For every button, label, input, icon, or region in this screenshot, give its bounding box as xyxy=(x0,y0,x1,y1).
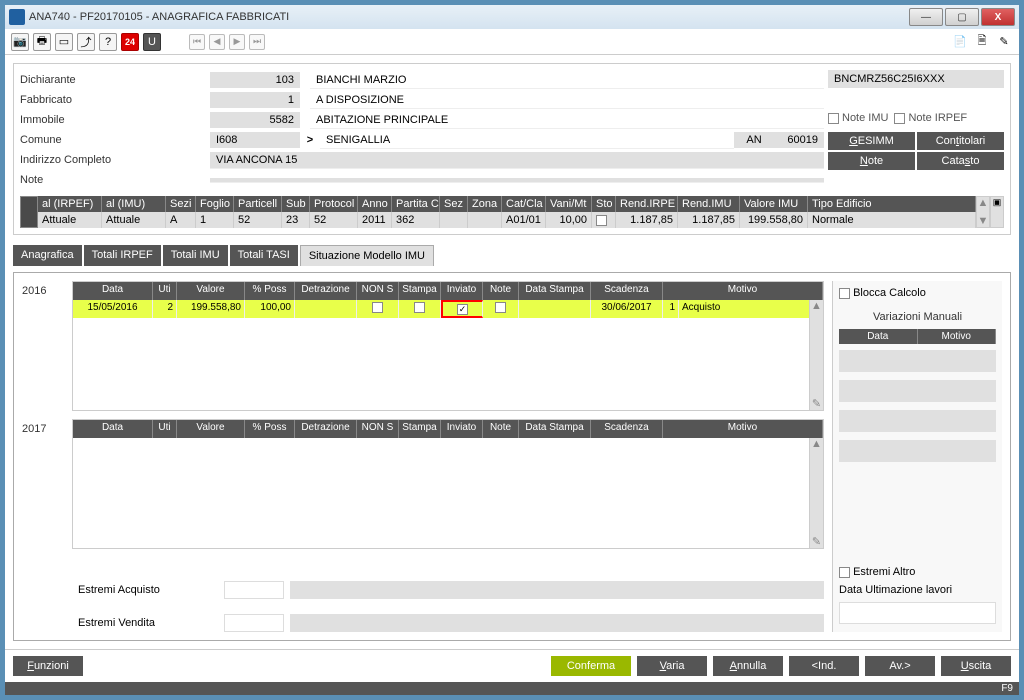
grid-2016-scrollbar[interactable]: ▲✎ xyxy=(809,300,823,410)
fabbricato-id[interactable]: 1 xyxy=(210,92,300,108)
estremi-vendita-desc[interactable] xyxy=(290,614,824,632)
label-estremi-vendita: Estremi Vendita xyxy=(78,617,218,629)
close-button[interactable]: X xyxy=(981,8,1015,26)
grid-selector-icon[interactable] xyxy=(20,196,38,228)
check-blocca-calcolo[interactable]: Blocca Calcolo xyxy=(839,287,996,299)
col-motivo: Motivo xyxy=(918,329,997,344)
folder-icon[interactable]: ▭ xyxy=(55,33,73,51)
nav-prev-icon[interactable]: ◀ xyxy=(209,34,225,50)
av-button[interactable]: Av.> xyxy=(865,656,935,676)
variazioni-row[interactable] xyxy=(839,380,996,402)
grid-scrollbar[interactable]: ▲▼ xyxy=(976,196,990,228)
label-estremi-acquisto: Estremi Acquisto xyxy=(78,584,218,596)
u-icon[interactable]: U xyxy=(143,33,161,51)
estremi-vendita-input[interactable] xyxy=(224,614,284,632)
annulla-button[interactable]: Annulla xyxy=(713,656,783,676)
check-note-imu[interactable]: Note IMU xyxy=(828,112,888,124)
data-ultimazione-input[interactable] xyxy=(839,602,996,624)
grid-2016: Data Uti Valore % Poss Detrazione NON S … xyxy=(72,281,824,411)
tab-situazione-imu[interactable]: Situazione Modello IMU xyxy=(300,245,434,266)
label-note: Note xyxy=(20,174,210,186)
dichiarante-nome[interactable]: BIANCHI MARZIO xyxy=(310,72,824,89)
upload-icon[interactable]: ⤴ xyxy=(77,33,95,51)
row-2016[interactable]: 15/05/2016 2 199.558,80 100,00 30/ xyxy=(73,300,823,318)
year-2017: 2017 xyxy=(22,419,72,549)
tabs: Anagrafica Totali IRPEF Totali IMU Total… xyxy=(13,245,1011,266)
prov: AN xyxy=(734,132,774,148)
check-inviato[interactable] xyxy=(457,304,468,315)
check-stampa[interactable] xyxy=(414,302,425,313)
indirizzo[interactable]: VIA ANCONA 15 xyxy=(210,152,824,169)
immobile-desc[interactable]: ABITAZIONE PRINCIPALE xyxy=(310,112,824,129)
maximize-button[interactable]: ▢ xyxy=(945,8,979,26)
label-comune: Comune xyxy=(20,134,210,146)
col-data: Data xyxy=(839,329,918,344)
note-field[interactable] xyxy=(210,178,824,183)
label-dichiarante: Dichiarante xyxy=(20,74,210,86)
contitolari-button[interactable]: Contitolari xyxy=(917,132,1004,150)
grid-2017-scrollbar[interactable]: ▲✎ xyxy=(809,438,823,548)
tab-totali-imu[interactable]: Totali IMU xyxy=(163,245,228,266)
toolbar: 📷 🖶 ▭ ⤴ ? 24 U ⏮ ◀ ▶ ⏭ 📄 🗎 ✎ xyxy=(5,29,1019,55)
label-indirizzo: Indirizzo Completo xyxy=(20,154,210,166)
fabbricato-desc[interactable]: A DISPOSIZIONE xyxy=(310,92,824,109)
immobile-id[interactable]: 5582 xyxy=(210,112,300,128)
check-estremi-altro[interactable]: Estremi Altro xyxy=(839,566,996,578)
note-button[interactable]: Note xyxy=(828,152,915,170)
label-immobile: Immobile xyxy=(20,114,210,126)
cap: 60019 xyxy=(774,132,824,148)
app-icon xyxy=(9,9,25,25)
comune-nome[interactable]: SENIGALLIA xyxy=(320,132,734,149)
gesimm-button[interactable]: GESIMM xyxy=(828,132,915,150)
label-fabbricato: Fabbricato xyxy=(20,94,210,106)
minimize-button[interactable]: — xyxy=(909,8,943,26)
titlebar: ANA740 - PF20170105 - ANAGRAFICA FABBRIC… xyxy=(5,5,1019,29)
lookup-icon[interactable]: > xyxy=(300,134,320,146)
grid-expand-icon[interactable]: ▣ xyxy=(990,196,1004,228)
check-note[interactable] xyxy=(495,302,506,313)
funzioni-button[interactable]: Funzioni xyxy=(13,656,83,676)
codice-fiscale: BNCMRZ56C25I6XXX xyxy=(828,70,1004,88)
grid-row[interactable]: Attuale Attuale A 1 52 23 52 2011 362 A0… xyxy=(38,212,976,228)
badge-24-icon[interactable]: 24 xyxy=(121,33,139,51)
catasto-button[interactable]: Catasto xyxy=(917,152,1004,170)
label-variazioni: Variazioni Manuali xyxy=(839,311,996,323)
estremi-acquisto-input[interactable] xyxy=(224,581,284,599)
check-nons[interactable] xyxy=(372,302,383,313)
camera-icon[interactable]: 📷 xyxy=(11,33,29,51)
estremi-acquisto-desc[interactable] xyxy=(290,581,824,599)
nav-next-icon[interactable]: ▶ xyxy=(229,34,245,50)
conferma-button[interactable]: Conferma xyxy=(551,656,631,676)
label-data-ultimazione: Data Ultimazione lavori xyxy=(839,584,996,596)
year-2016: 2016 xyxy=(22,281,72,411)
check-note-irpef[interactable]: Note IRPEF xyxy=(894,112,967,124)
variazioni-row[interactable] xyxy=(839,350,996,372)
uscita-button[interactable]: Uscita xyxy=(941,656,1011,676)
window-title: ANA740 - PF20170105 - ANAGRAFICA FABBRIC… xyxy=(29,11,289,23)
ind-button[interactable]: <Ind. xyxy=(789,656,859,676)
variazioni-row[interactable] xyxy=(839,440,996,462)
edit-icon[interactable]: ✎ xyxy=(995,33,1013,51)
print-icon[interactable]: 🖶 xyxy=(33,33,51,51)
dichiarante-id[interactable]: 103 xyxy=(210,72,300,88)
tab-anagrafica[interactable]: Anagrafica xyxy=(13,245,82,266)
comune-code[interactable]: I608 xyxy=(210,132,300,148)
nav-last-icon[interactable]: ⏭ xyxy=(249,34,265,50)
tab-totali-tasi[interactable]: Totali TASI xyxy=(230,245,298,266)
varia-button[interactable]: Varia xyxy=(637,656,707,676)
tab-totali-irpef[interactable]: Totali IRPEF xyxy=(84,245,161,266)
grid-header: al (IRPEF) al (IMU) Sezi Foglio Particel… xyxy=(38,196,976,212)
new-doc-icon[interactable]: 🗎 xyxy=(973,33,991,51)
status-bar: F9 xyxy=(5,682,1019,695)
variazioni-row[interactable] xyxy=(839,410,996,432)
doc-icon[interactable]: 📄 xyxy=(951,33,969,51)
nav-first-icon[interactable]: ⏮ xyxy=(189,34,205,50)
grid-2017: Data Uti Valore % Poss Detrazione NON S … xyxy=(72,419,824,549)
help-icon[interactable]: ? xyxy=(99,33,117,51)
